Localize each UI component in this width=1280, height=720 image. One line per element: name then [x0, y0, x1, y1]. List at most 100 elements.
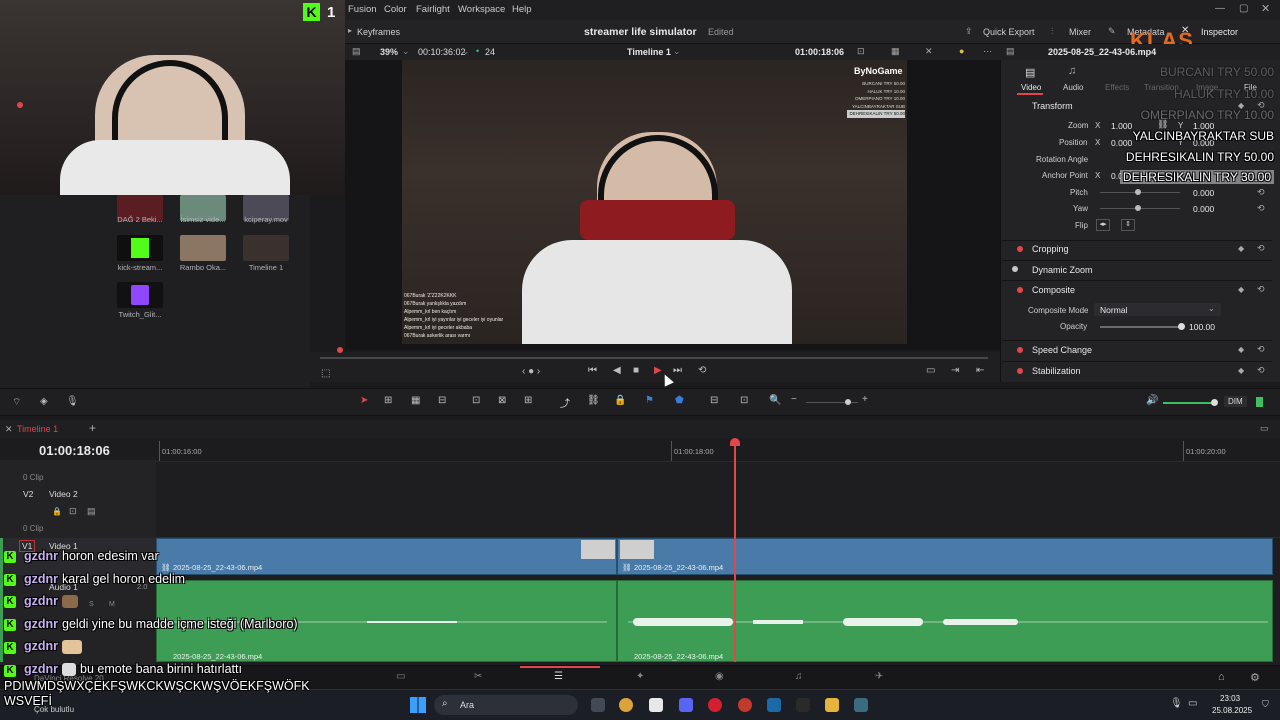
pitch-value[interactable]: 0.000	[1193, 188, 1214, 198]
selection-tool-icon[interactable]: ➤	[360, 395, 368, 406]
skip-start-icon[interactable]: ⏮	[588, 365, 597, 376]
mark-in-icon[interactable]: ⇥	[951, 365, 959, 376]
v2-visibility-icon[interactable]: ▤	[87, 506, 96, 517]
snapping-icon[interactable]: ⤴	[560, 395, 570, 410]
insert-clip-icon[interactable]: ⊡	[472, 395, 480, 406]
flip-vertical-icon[interactable]: ⇕	[1121, 219, 1135, 231]
link-view-icon[interactable]: ◈	[40, 396, 48, 407]
stabilization-dot[interactable]	[1017, 368, 1023, 374]
zoom-slider-knob[interactable]	[845, 399, 851, 405]
transform-enable-dot[interactable]	[17, 102, 23, 108]
v2-lock-icon[interactable]: 🔒	[52, 507, 62, 516]
play-icon[interactable]: ▶	[654, 365, 662, 376]
dynamic-zoom-title[interactable]: Dynamic Zoom	[1032, 265, 1093, 275]
zoom-out-icon[interactable]: −	[791, 394, 797, 405]
dynamic-zoom-dot[interactable]	[1012, 266, 1018, 272]
menu-color[interactable]: Color	[384, 4, 407, 15]
zoom-detail-icon[interactable]: ⊡	[740, 395, 748, 406]
timeline-playhead[interactable]	[734, 440, 736, 662]
fusion-page-icon[interactable]: ✦	[636, 671, 644, 682]
composite-enable-dot[interactable]	[1017, 287, 1023, 293]
mic-icon[interactable]: 🎙	[66, 396, 79, 407]
menu-fusion[interactable]: Fusion	[348, 4, 377, 15]
prev-edit-icon[interactable]: ‹ ● ›	[522, 366, 540, 377]
video-tab-icon[interactable]: ▤	[1025, 66, 1035, 79]
composite-mode-dropdown[interactable]: Normal ⌄	[1094, 303, 1221, 316]
position-x-value[interactable]: 0.000	[1111, 138, 1132, 148]
playhead-handle[interactable]	[730, 438, 740, 446]
yaw-reset-icon[interactable]: ⟲	[1257, 203, 1265, 214]
opacity-slider[interactable]	[1100, 326, 1182, 328]
cropping-enable-dot[interactable]	[1017, 246, 1023, 252]
linked-selection-icon[interactable]: ⛓	[587, 395, 600, 406]
media-thumb-kick-stream[interactable]	[117, 235, 163, 261]
pitch-reset-icon[interactable]: ⟲	[1257, 187, 1265, 198]
menu-fairlight[interactable]: Fairlight	[416, 4, 450, 15]
opacity-slider-knob[interactable]	[1178, 323, 1185, 330]
notification-icon[interactable]: ⛉	[1262, 699, 1269, 710]
video-frame[interactable]: ByNoGame BURCANI TRY 50.00 HALUK TRY 10.…	[402, 60, 907, 344]
terminal-icon[interactable]	[649, 698, 663, 712]
stabilization-title[interactable]: Stabilization	[1032, 366, 1081, 376]
v2-track-name[interactable]: Video 2	[49, 489, 78, 499]
speed-change-title[interactable]: Speed Change	[1032, 345, 1092, 355]
speed-keyframe-icon[interactable]: ◆	[1238, 345, 1244, 354]
opacity-value[interactable]: 100.00	[1189, 322, 1215, 332]
cropping-title[interactable]: Cropping	[1032, 244, 1069, 254]
timeline-view-icon[interactable]: ▭	[1260, 423, 1269, 434]
media-thumb-timeline1[interactable]	[243, 235, 289, 261]
lock-icon[interactable]: 🔒	[614, 395, 626, 406]
replace-clip-icon[interactable]: ⊞	[524, 395, 532, 406]
video-clip[interactable]: ⛓ 2025-08-25_22-43-06.mp4	[617, 538, 1273, 575]
loop-icon[interactable]: ⟲	[698, 365, 706, 376]
stop-icon[interactable]: ■	[633, 365, 639, 376]
close-tab-icon[interactable]: ✕	[5, 424, 13, 435]
viewer-timeline-name[interactable]: Timeline 1	[627, 47, 671, 57]
steam-icon[interactable]	[767, 698, 781, 712]
volume-slider[interactable]	[1163, 402, 1215, 404]
dim-button[interactable]: DIM	[1224, 396, 1247, 407]
fairlight-page-icon[interactable]: ♫	[795, 671, 803, 682]
flag-icon[interactable]: ⚑	[645, 395, 654, 406]
maximize-icon[interactable]: ▢	[1239, 3, 1248, 14]
color-picker-icon[interactable]: ●	[959, 46, 964, 56]
composite-title[interactable]: Composite	[1032, 285, 1075, 295]
viewer-scrubber[interactable]	[320, 357, 988, 359]
yaw-slider-knob[interactable]	[1135, 205, 1141, 211]
volume-icon[interactable]: 🔊	[1146, 395, 1158, 406]
timeline-ruler[interactable]: 01:00:16:00 01:00:18:00 01:00:20:00	[156, 438, 1280, 462]
speed-change-dot[interactable]	[1017, 347, 1023, 353]
mic-tray-icon[interactable]: 🎙	[1170, 698, 1183, 709]
audio-tab-icon[interactable]: ♫	[1068, 65, 1076, 77]
media-thumb-rambo[interactable]	[180, 235, 226, 261]
settings-gear-icon[interactable]: ⚙	[1250, 671, 1260, 684]
opera-icon[interactable]	[708, 698, 722, 712]
inspector-button[interactable]: Inspector	[1201, 27, 1238, 37]
mark-out-icon[interactable]: ⇤	[976, 365, 984, 376]
mixer-button[interactable]: Mixer	[1069, 27, 1091, 37]
deliver-page-icon[interactable]: ✈	[875, 671, 883, 682]
zoom-x-value[interactable]: 1.000	[1111, 121, 1132, 131]
transform-title[interactable]: Transform	[1032, 101, 1073, 111]
cropping-keyframe-icon[interactable]: ◆	[1238, 244, 1244, 253]
inspector-tab-video[interactable]: Video	[1021, 83, 1041, 92]
mixer-icon[interactable]: ⫶	[1051, 26, 1053, 37]
media-thumb-twitch[interactable]	[117, 282, 163, 308]
resolve-taskbar-icon[interactable]	[854, 698, 868, 712]
app-red-icon[interactable]	[738, 698, 752, 712]
color-page-icon[interactable]: ◉	[715, 671, 724, 682]
zoom-custom-icon[interactable]: 🔍	[769, 395, 781, 406]
metadata-icon[interactable]: ✎	[1108, 26, 1116, 37]
transform-tool-icon[interactable]: ▦	[891, 46, 900, 57]
volume-slider-knob[interactable]	[1211, 399, 1218, 406]
inspector-tab-effects[interactable]: Effects	[1105, 83, 1129, 92]
zoom-full-icon[interactable]: ⊟	[710, 395, 718, 406]
menu-help[interactable]: Help	[512, 4, 532, 15]
zoom-dropdown-icon[interactable]: ⌄	[402, 46, 410, 57]
composite-keyframe-icon[interactable]: ◆	[1238, 285, 1244, 294]
layout-icon[interactable]: ⌔	[12, 396, 21, 409]
keyframes-label[interactable]: Keyframes	[357, 27, 400, 37]
scrubber-playhead[interactable]	[337, 347, 343, 353]
match-frame-icon[interactable]: ▭	[926, 365, 935, 376]
close-icon[interactable]: ✕	[1261, 2, 1270, 15]
